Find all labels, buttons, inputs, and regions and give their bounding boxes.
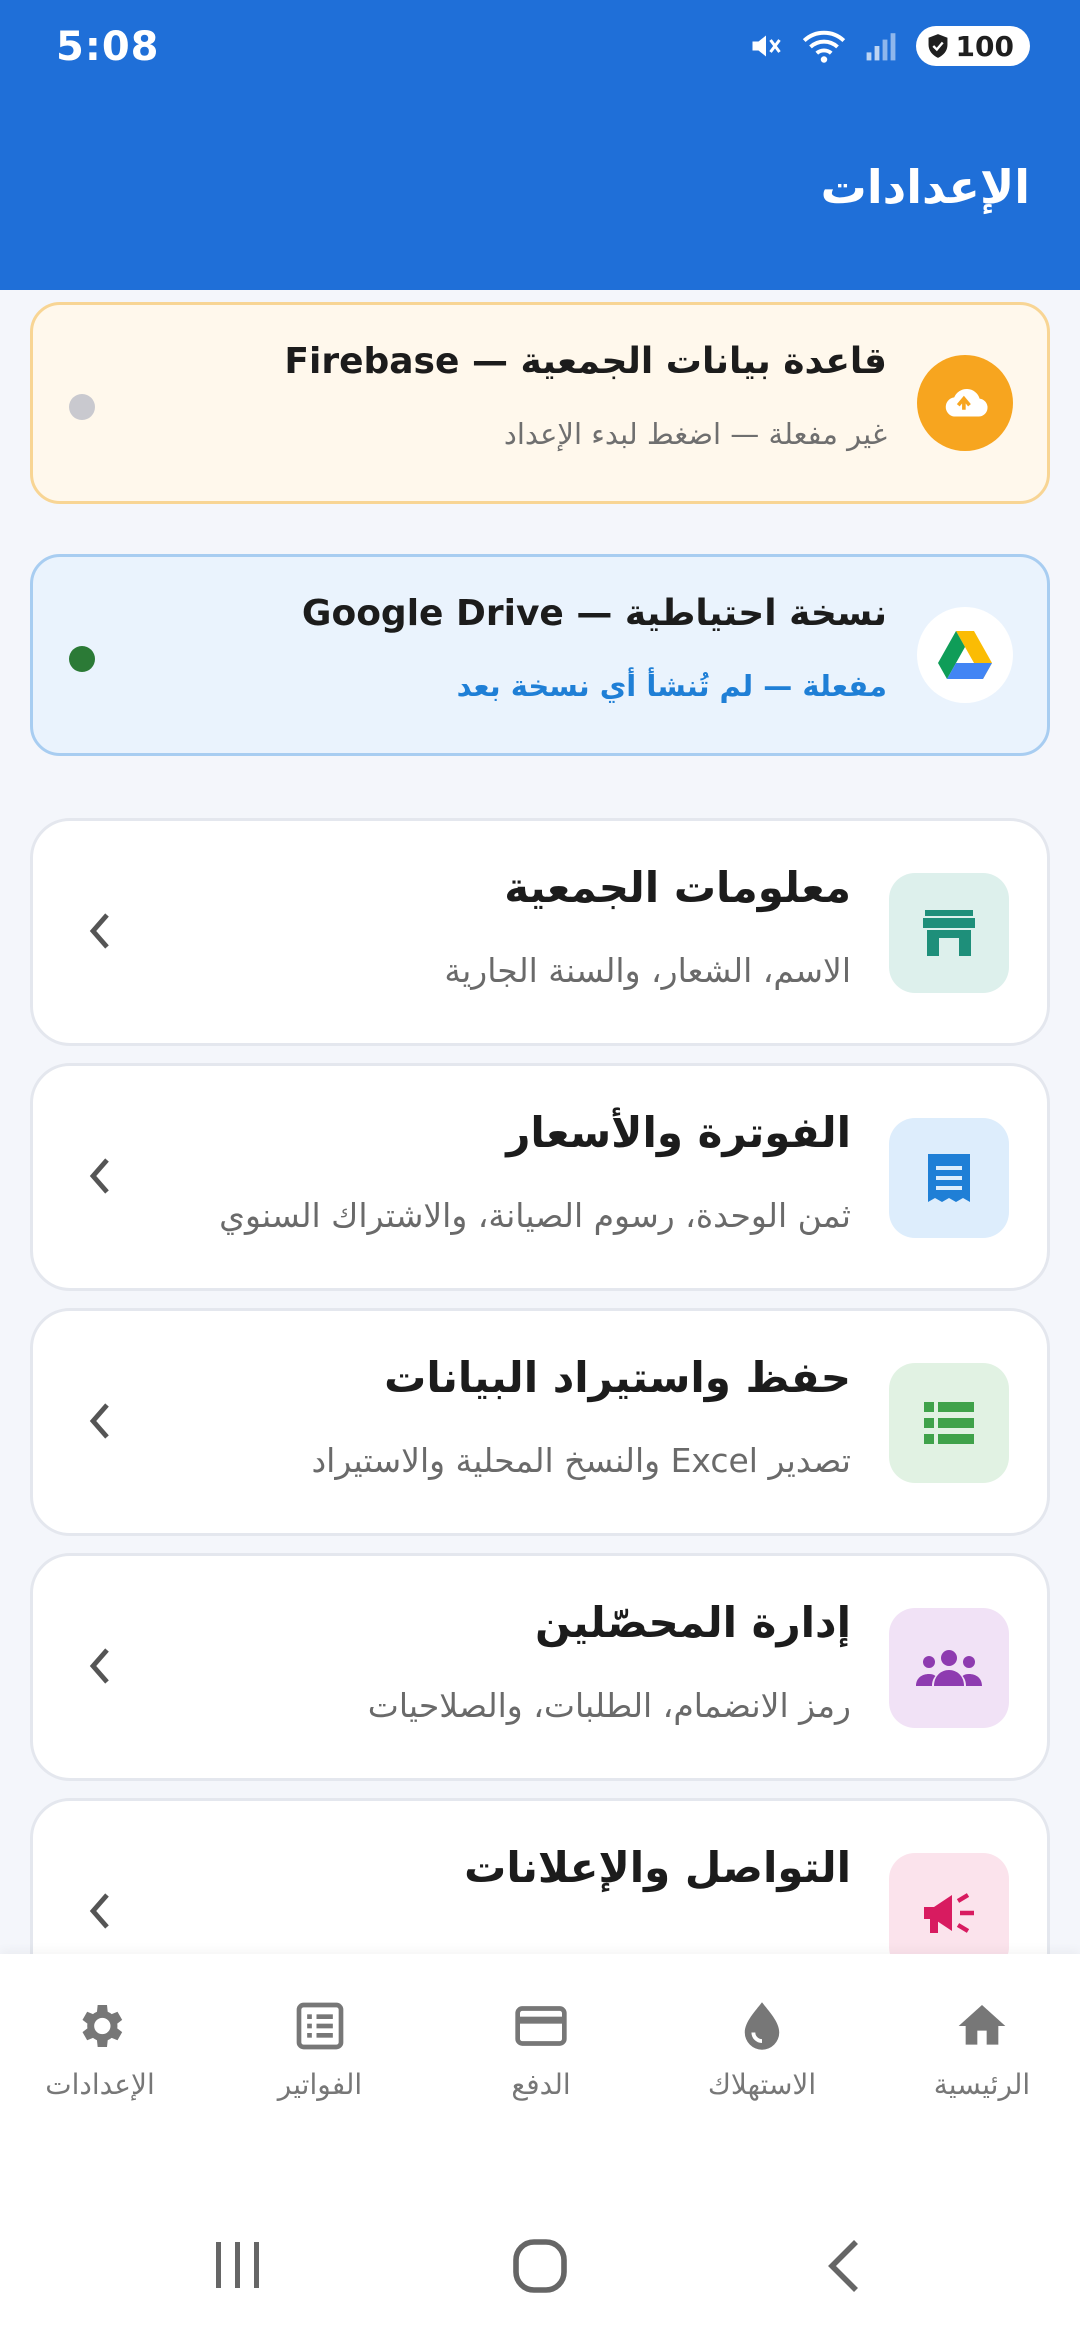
menu-subtitle: الاسم، الشعار، والسنة الجارية bbox=[444, 951, 851, 990]
status-dot bbox=[69, 646, 95, 672]
nav-label: الفواتير bbox=[277, 2068, 363, 2101]
system-navigation-bar bbox=[0, 2160, 1080, 2340]
menu-subtitle: ثمن الوحدة، رسوم الصيانة، والاشتراك السن… bbox=[219, 1196, 851, 1235]
nav-label: الاستهلاك bbox=[707, 2068, 817, 2101]
signal-icon bbox=[866, 33, 895, 61]
menu-item-save-import[interactable]: حفظ واستيراد البيانات تصدير Excel والنسخ… bbox=[30, 1308, 1050, 1536]
shield-icon bbox=[928, 34, 948, 58]
nav-payment[interactable]: الدفع bbox=[451, 1998, 631, 2101]
menu-title: معلومات الجمعية bbox=[504, 863, 851, 912]
drive-subtitle: مفعلة — لم تُنشأ أي نسخة بعد bbox=[456, 669, 887, 703]
receipt-icon bbox=[889, 1118, 1009, 1238]
table-icon bbox=[889, 1363, 1009, 1483]
menu-item-association-info[interactable]: معلومات الجمعية الاسم، الشعار، والسنة ال… bbox=[30, 818, 1050, 1046]
firebase-card[interactable]: قاعدة بيانات الجمعية — Firebase غير مفعل… bbox=[30, 302, 1050, 504]
menu-subtitle: رمز الانضمام، الطلبات، والصلاحيات bbox=[367, 1686, 851, 1725]
firebase-subtitle: غير مفعلة — اضغط لبدء الإعداد bbox=[503, 417, 887, 451]
nav-home[interactable]: الرئيسية bbox=[892, 1998, 1072, 2101]
cloud-sync-icon bbox=[917, 355, 1013, 451]
drive-card[interactable]: نسخة احتياطية — Google Drive مفعلة — لم … bbox=[30, 554, 1050, 756]
status-dot bbox=[69, 394, 95, 420]
group-icon bbox=[889, 1608, 1009, 1728]
page-title: الإعدادات bbox=[820, 160, 1030, 214]
chevron-left-icon bbox=[89, 1403, 109, 1439]
menu-title: الفوترة والأسعار bbox=[506, 1108, 851, 1157]
wifi-icon bbox=[802, 30, 845, 63]
nav-label: الرئيسية bbox=[933, 2068, 1031, 2101]
status-time: 5:08 bbox=[56, 24, 160, 70]
chevron-left-icon bbox=[89, 1648, 109, 1684]
settings-icon bbox=[82, 2005, 123, 2047]
status-icons: 100 bbox=[748, 26, 1030, 66]
chevron-left-icon bbox=[89, 1893, 109, 1929]
status-bar: 5:08 100 bbox=[0, 0, 1080, 100]
chevron-left-icon bbox=[89, 1158, 109, 1194]
menu-item-collectors[interactable]: إدارة المحصّلين رمز الانضمام، الطلبات، و… bbox=[30, 1553, 1050, 1781]
nav-consumption[interactable]: الاستهلاك bbox=[672, 1998, 852, 2101]
battery-indicator: 100 bbox=[915, 26, 1030, 66]
card-icon bbox=[515, 2006, 567, 2046]
menu-title: إدارة المحصّلين bbox=[534, 1598, 851, 1647]
google-drive-icon bbox=[917, 607, 1013, 703]
nav-label: الدفع bbox=[511, 2068, 571, 2101]
app-bar: 5:08 100 الإعدادات bbox=[0, 0, 1080, 290]
menu-item-billing-prices[interactable]: الفوترة والأسعار ثمن الوحدة، رسوم الصيان… bbox=[30, 1063, 1050, 1291]
battery-level: 100 bbox=[955, 29, 1014, 63]
mute-icon bbox=[752, 35, 781, 57]
firebase-title: قاعدة بيانات الجمعية — Firebase bbox=[284, 341, 887, 382]
list-icon bbox=[296, 2002, 344, 2050]
drop-icon bbox=[744, 2002, 780, 2050]
back-icon[interactable] bbox=[826, 2238, 862, 2294]
nav-label: الإعدادات bbox=[45, 2068, 155, 2101]
nav-settings[interactable]: الإعدادات bbox=[10, 1998, 190, 2101]
home-button-icon[interactable] bbox=[512, 2238, 568, 2294]
bottom-navigation: الإعدادات الفواتير الدفع الاستهلاك الرئي… bbox=[0, 1954, 1080, 2160]
recent-apps-icon[interactable] bbox=[212, 2240, 264, 2290]
home-icon bbox=[958, 2005, 1006, 2045]
menu-subtitle: تصدير Excel والنسخ المحلية والاستيراد bbox=[311, 1441, 851, 1480]
chevron-left-icon bbox=[89, 913, 109, 949]
nav-invoices[interactable]: الفواتير bbox=[230, 1998, 410, 2101]
menu-title: التواصل والإعلانات bbox=[464, 1843, 851, 1892]
store-icon bbox=[889, 873, 1009, 993]
drive-title: نسخة احتياطية — Google Drive bbox=[301, 593, 887, 634]
menu-title: حفظ واستيراد البيانات bbox=[384, 1353, 851, 1402]
